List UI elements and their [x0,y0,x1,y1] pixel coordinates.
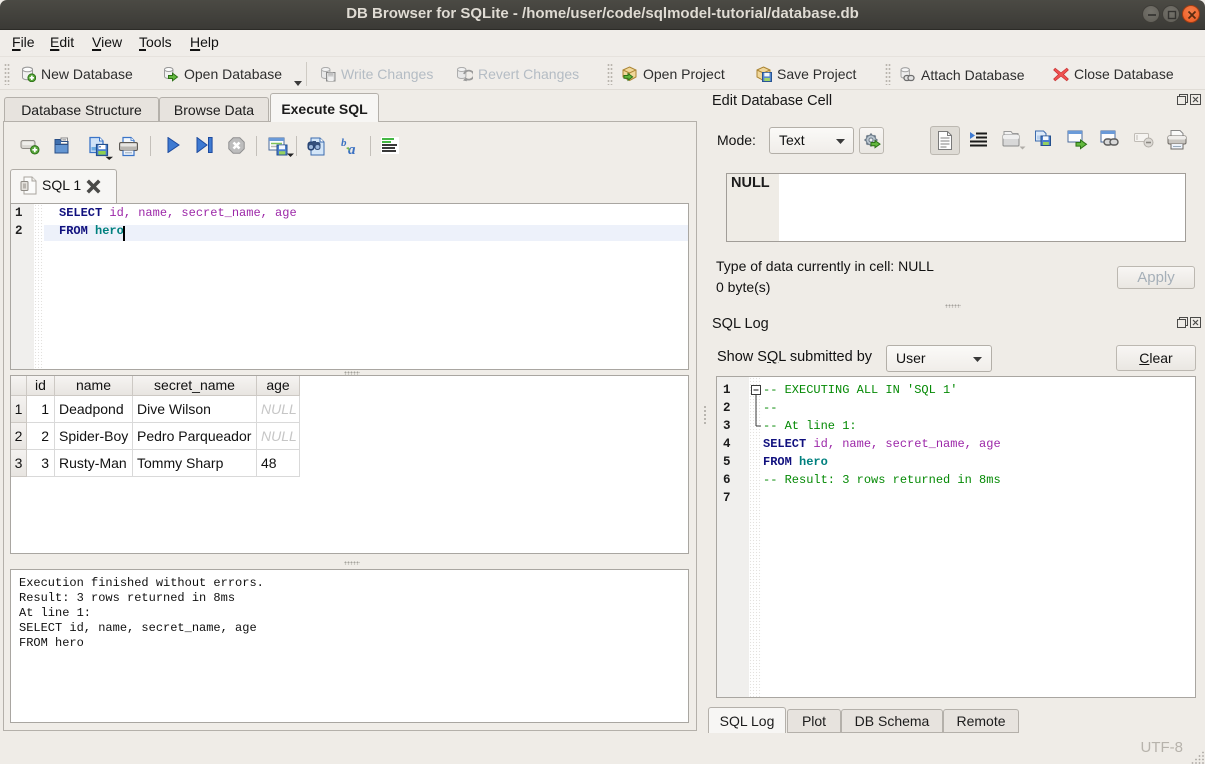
svg-text:b: b [341,137,347,149]
